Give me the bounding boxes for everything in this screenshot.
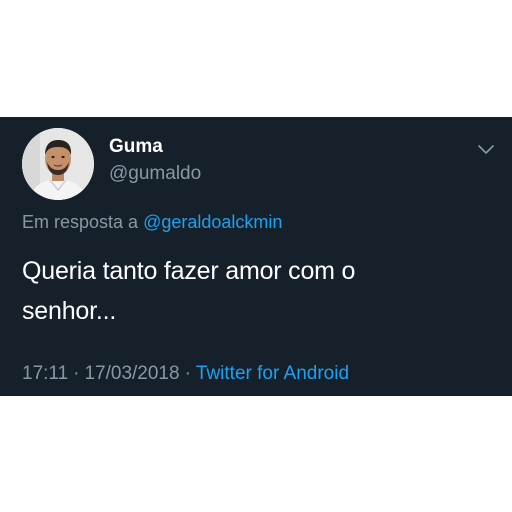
tweet-text-line: senhor...: [22, 297, 117, 325]
tweet-text: Queria tanto fazer amor com o senhor...: [22, 251, 462, 331]
user-handle[interactable]: @gumaldo: [109, 163, 201, 185]
reply-to-handle-link[interactable]: @geraldoalckmin: [143, 212, 282, 232]
reply-prefix: Em resposta a: [22, 212, 139, 232]
meta-separator: ·: [184, 363, 191, 384]
display-name[interactable]: Guma: [109, 136, 163, 158]
avatar[interactable]: [22, 128, 94, 200]
source-link[interactable]: Twitter for Android: [196, 363, 349, 384]
meta-separator: ·: [73, 363, 80, 384]
reply-context: Em resposta a @geraldoalckmin: [22, 211, 282, 233]
profile-photo: [22, 128, 94, 200]
tweet-meta: 17:11 · 17/03/2018 · Twitter for Android: [22, 363, 349, 385]
tweet-card: Guma @gumaldo Em resposta a @geraldoalck…: [0, 117, 512, 396]
tweet-text-line: Queria tanto fazer amor com o: [22, 257, 356, 285]
tweet-time: 17:11: [22, 363, 69, 384]
tweet-date: 17/03/2018: [84, 363, 180, 384]
chevron-down-icon[interactable]: [476, 142, 496, 156]
